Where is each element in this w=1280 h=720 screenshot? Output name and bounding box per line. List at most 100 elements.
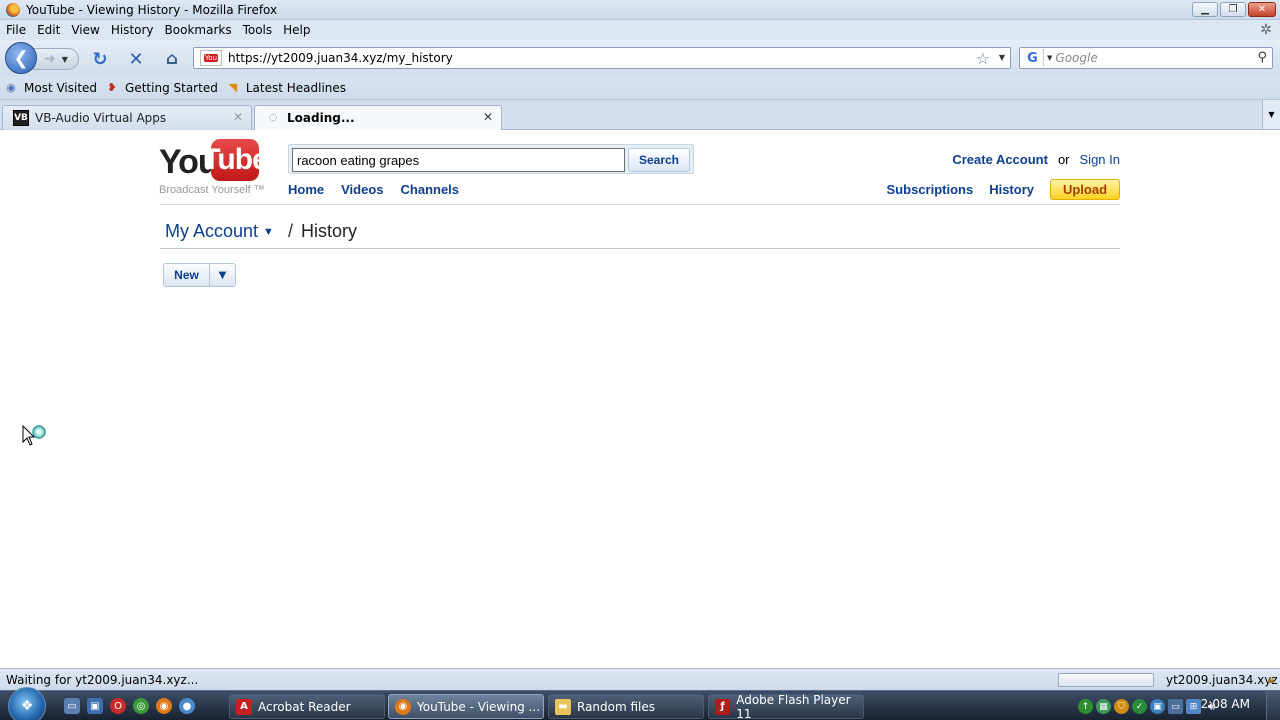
menu-bookmarks[interactable]: Bookmarks (165, 23, 232, 37)
windows-logo-icon: ❖ (20, 698, 34, 714)
switch-windows-icon[interactable]: ▣ (87, 698, 103, 714)
logo-tube-text: Tube (202, 139, 269, 181)
tab-label: Loading... (287, 111, 355, 125)
engine-dropdown-icon[interactable]: ▼ (1047, 54, 1052, 62)
chevron-down-icon: ▼ (218, 269, 227, 281)
menu-history[interactable]: History (111, 23, 154, 37)
close-tab-icon[interactable]: ✕ (233, 110, 243, 124)
menu-edit[interactable]: Edit (37, 23, 60, 37)
opera-icon[interactable]: O (110, 698, 126, 714)
account-links: Create Account or Sign In (952, 152, 1120, 167)
folder-icon: ▬ (555, 698, 571, 715)
tab-vb-audio[interactable]: VB VB-Audio Virtual Apps ✕ (2, 105, 252, 130)
bookmark-star-icon[interactable]: ☆ (976, 49, 990, 68)
firefox-icon[interactable]: ◉ (156, 698, 172, 714)
page-content: You Tube Broadcast Yourself ™ Search Hom… (0, 131, 1280, 668)
user-nav: Subscriptions History Upload (887, 179, 1120, 200)
start-button[interactable]: ❖ (8, 687, 46, 720)
firefox-icon: ◉ (395, 698, 411, 715)
address-bar[interactable]: You https://yt2009.juan34.xyz/my_history… (193, 47, 1011, 69)
my-account-link[interactable]: My Account (165, 221, 258, 242)
load-progress-bar (1058, 673, 1154, 687)
forward-button[interactable]: ➜ ▼ (33, 48, 79, 70)
show-desktop-button[interactable] (1266, 691, 1280, 720)
bookmark-most-visited[interactable]: ◉ Most Visited (4, 81, 97, 95)
nav-channels-link[interactable]: Channels (401, 182, 460, 197)
quick-launch: ▭ ▣ O ◎ ◉ ● (64, 698, 195, 714)
back-arrow-icon: ❮ (13, 47, 29, 69)
chrome-icon[interactable]: ◎ (133, 698, 149, 714)
window-titlebar: YouTube - Viewing History - Mozilla Fire… (0, 0, 1280, 20)
globe-icon[interactable]: ● (179, 698, 195, 714)
task-flash-player[interactable]: ƒ Adobe Flash Player 11 (708, 693, 864, 720)
home-icon[interactable]: ⌂ (161, 48, 183, 70)
web-search-box[interactable]: G ▼ Google ⚲ (1019, 47, 1273, 69)
history-dropdown-icon[interactable]: ▼ (62, 55, 68, 64)
show-desktop-icon[interactable]: ▭ (64, 698, 80, 714)
network-monitor-icon[interactable]: ▦ (1096, 699, 1111, 714)
busy-cursor-icon (22, 425, 46, 446)
bookmarks-toolbar: ◉ Most Visited ❥ Getting Started ◥ Lates… (0, 76, 1280, 100)
back-button[interactable]: ❮ (5, 42, 37, 74)
network-icon[interactable]: ⊞ (1186, 699, 1201, 714)
globe-icon: ◉ (6, 81, 16, 94)
chevron-down-icon[interactable]: ▼ (263, 226, 274, 238)
tab-youtube-loading[interactable]: ◌ Loading... ✕ (254, 105, 502, 130)
list-all-tabs-button[interactable]: ▼ (1262, 100, 1280, 129)
maximize-button[interactable]: ❐ (1220, 2, 1246, 17)
or-text: or (1057, 152, 1070, 167)
page-title: History (300, 221, 357, 241)
bookmark-getting-started[interactable]: ❥ Getting Started (105, 81, 217, 95)
task-firefox-youtube[interactable]: ◉ YouTube - Viewing ... (388, 694, 544, 719)
header-divider (160, 204, 1120, 205)
history-link[interactable]: History (989, 182, 1034, 197)
firefox-icon (6, 2, 20, 17)
close-tab-icon[interactable]: ✕ (483, 110, 493, 124)
display-icon[interactable]: ▭ (1168, 699, 1183, 714)
menu-tools[interactable]: Tools (243, 23, 273, 37)
lock-icon[interactable]: 🔒︎ (1268, 672, 1274, 687)
sign-in-link[interactable]: Sign In (1080, 152, 1120, 167)
close-window-button[interactable]: ✕ (1248, 2, 1276, 17)
subscriptions-link[interactable]: Subscriptions (887, 182, 974, 197)
task-acrobat-reader[interactable]: A Acrobat Reader (229, 694, 385, 719)
minimize-button[interactable]: ▁ (1192, 2, 1218, 17)
task-random-files[interactable]: ▬ Random files (548, 694, 704, 719)
new-dropdown-button[interactable]: ▼ (209, 263, 236, 287)
breadcrumb: My Account ▼ / History (165, 221, 357, 242)
menu-help[interactable]: Help (283, 23, 310, 37)
window-title: YouTube - Viewing History - Mozilla Fire… (26, 2, 278, 17)
url-history-dropdown-icon[interactable]: ▼ (999, 53, 1005, 62)
menu-file[interactable]: File (6, 23, 26, 37)
update-icon[interactable]: ↑ (1078, 699, 1093, 714)
taskbar-clock[interactable]: 2:08 AM (1201, 697, 1250, 711)
shield-icon[interactable]: ⛉ (1114, 699, 1129, 714)
youtube-logo[interactable]: You Tube Broadcast Yourself ™ (159, 139, 269, 197)
bookmark-latest-headlines[interactable]: ◥ Latest Headlines (226, 81, 346, 95)
flash-icon: ƒ (715, 698, 731, 715)
menu-view[interactable]: View (71, 23, 99, 37)
logo-tagline: Broadcast Yourself ™ (159, 184, 265, 196)
youtube-search-form: Search (288, 144, 694, 174)
status-host: yt2009.juan34.xyz (1166, 673, 1278, 687)
site-favicon-icon: You (200, 50, 222, 66)
nav-home-link[interactable]: Home (288, 182, 324, 197)
stop-icon[interactable]: ✕ (125, 48, 147, 70)
youtube-search-button[interactable]: Search (628, 148, 690, 172)
reload-icon[interactable]: ↻ (89, 48, 111, 70)
title-divider (160, 248, 1120, 249)
nav-videos-link[interactable]: Videos (341, 182, 383, 197)
google-engine-icon[interactable]: G (1022, 49, 1044, 67)
youtube-search-input[interactable] (292, 148, 625, 172)
url-text[interactable]: https://yt2009.juan34.xyz/my_history (228, 51, 453, 65)
taskbar: ❖ ▭ ▣ O ◎ ◉ ● A Acrobat Reader ◉ YouTube… (0, 687, 1280, 720)
upload-button[interactable]: Upload (1050, 179, 1120, 200)
loading-spinner-icon: ◌ (269, 113, 277, 123)
magnifier-icon[interactable]: ⚲ (1257, 50, 1267, 65)
create-account-link[interactable]: Create Account (952, 152, 1048, 167)
checkmark-icon[interactable]: ✓ (1132, 699, 1147, 714)
menu-bar: File Edit View History Bookmarks Tools H… (0, 20, 1280, 40)
new-button[interactable]: New (163, 263, 210, 287)
window-controls: ▁ ❐ ✕ (1192, 2, 1276, 17)
security-icon[interactable]: ▣ (1150, 699, 1165, 714)
